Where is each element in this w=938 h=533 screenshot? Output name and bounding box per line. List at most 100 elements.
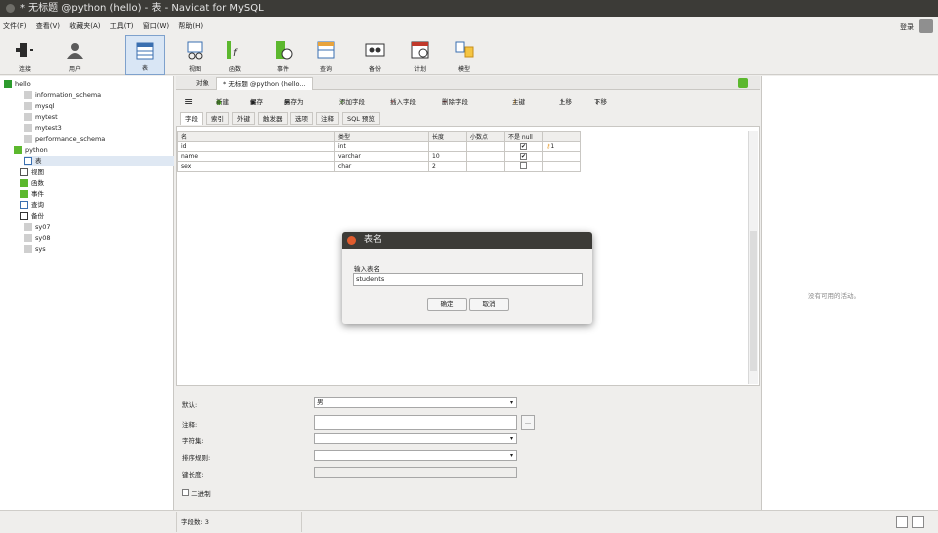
tree-item-queries[interactable]: 查询 <box>20 200 44 210</box>
table-icon <box>136 42 154 60</box>
not-null-cell[interactable]: ✔ <box>504 141 543 152</box>
table-row[interactable]: name varchar 10 ✔ <box>177 151 581 162</box>
not-null-checkbox[interactable] <box>520 162 527 169</box>
field-length-cell[interactable]: 2 <box>428 161 467 172</box>
field-count: 字段数: 3 <box>176 512 302 532</box>
charset-select[interactable]: ▾ <box>314 433 517 444</box>
toolbar-model-button[interactable]: 模型 <box>444 35 484 75</box>
grid-scrollbar[interactable] <box>748 131 758 384</box>
table-name-input[interactable]: students <box>353 273 583 286</box>
scrollbar-thumb[interactable] <box>750 231 757 371</box>
field-length-cell[interactable]: 10 <box>428 151 467 162</box>
layout-toggle-left-icon[interactable] <box>896 516 908 528</box>
comment-ellipsis-button[interactable]: … <box>521 415 535 430</box>
subtab-fields[interactable]: 字段 <box>180 112 203 125</box>
toolbar-view-button[interactable]: 视图 <box>175 35 215 75</box>
tree-item-sys[interactable]: sys <box>24 244 46 254</box>
subtab-foreign-keys[interactable]: 外键 <box>232 112 255 125</box>
toolbar-function-button[interactable]: f 函数 <box>215 35 255 75</box>
tree-item-performance-schema[interactable]: performance_schema <box>24 134 105 144</box>
comment-field[interactable] <box>314 415 517 430</box>
table-row[interactable]: sex char 2 <box>177 161 581 172</box>
column-header-name[interactable]: 名 <box>177 131 335 142</box>
toolbar-connection-button[interactable]: 连接 <box>5 35 45 75</box>
tree-item-backups[interactable]: 备份 <box>20 211 44 221</box>
column-header-type[interactable]: 类型 <box>334 131 429 142</box>
binary-checkbox[interactable] <box>182 489 189 496</box>
tree-item-information-schema[interactable]: information_schema <box>24 90 101 100</box>
toolbar-event-button[interactable]: 事件 <box>263 35 303 75</box>
tab-table-design[interactable]: * 无标题 @python (hello... <box>216 77 313 90</box>
column-header-decimals[interactable]: 小数点 <box>466 131 505 142</box>
field-type-cell[interactable]: int <box>334 141 429 152</box>
binary-option[interactable]: 二进制 <box>182 488 211 498</box>
field-decimals-cell[interactable] <box>466 161 505 172</box>
table-row[interactable]: id int ✔ ⚷1 <box>177 141 581 152</box>
toolbar-table-button[interactable]: 表 <box>125 35 165 75</box>
database-icon <box>24 234 32 242</box>
column-header-not-null[interactable]: 不是 null <box>504 131 543 142</box>
menu-favorites[interactable]: 收藏夹(A) <box>69 22 100 30</box>
menu-help[interactable]: 帮助(H) <box>178 22 203 30</box>
subtab-triggers[interactable]: 触发器 <box>258 112 288 125</box>
menu-window[interactable]: 窗口(W) <box>143 22 169 30</box>
subtab-sql-preview[interactable]: SQL 预览 <box>342 112 380 125</box>
comment-label: 注释: <box>182 421 198 429</box>
toolbar-user-button[interactable]: 用户 <box>55 35 95 75</box>
ok-button[interactable]: 确定 <box>427 298 467 311</box>
field-type-cell[interactable]: char <box>334 161 429 172</box>
field-decimals-cell[interactable] <box>466 151 505 162</box>
cancel-button[interactable]: 取消 <box>469 298 509 311</box>
field-length-cell[interactable] <box>428 141 467 152</box>
tree-item-tables[interactable]: 表 <box>24 156 174 166</box>
database-icon <box>24 102 32 110</box>
key-cell: ⚷1 <box>542 141 581 152</box>
connection-icon <box>4 80 12 88</box>
field-decimals-cell[interactable] <box>466 141 505 152</box>
tree-item-views[interactable]: 视图 <box>20 167 44 177</box>
menu-view[interactable]: 查看(V) <box>36 22 60 30</box>
not-null-checkbox[interactable]: ✔ <box>520 153 527 160</box>
table-name-dialog: 表名 输入表名 students 确定 取消 <box>342 232 592 324</box>
connection-tree: hello information_schema mysql mytest my… <box>0 76 174 510</box>
tree-item-hello[interactable]: hello <box>4 79 31 89</box>
not-null-cell[interactable]: ✔ <box>504 151 543 162</box>
tree-item-mysql[interactable]: mysql <box>24 101 55 111</box>
not-null-checkbox[interactable]: ✔ <box>520 143 527 150</box>
key-length-label: 键长度: <box>182 471 204 479</box>
tree-item-sy07[interactable]: sy07 <box>24 222 51 232</box>
default-select[interactable]: 男 ▾ <box>314 397 517 408</box>
tree-item-python[interactable]: python <box>14 145 48 155</box>
subtab-indexes[interactable]: 索引 <box>206 112 229 125</box>
menu-file[interactable]: 文件(F) <box>3 22 27 30</box>
toolbar-schedule-button[interactable]: 计划 <box>400 35 440 75</box>
toolbar-query-button[interactable]: 查询 <box>306 35 346 75</box>
subtab-options[interactable]: 选项 <box>290 112 313 125</box>
field-name-cell[interactable]: id <box>177 141 335 152</box>
user-avatar-icon[interactable] <box>919 19 933 33</box>
hamburger-menu-icon[interactable]: ≡ <box>184 92 193 112</box>
tree-item-functions[interactable]: 函数 <box>20 178 44 188</box>
subtab-comments[interactable]: 注释 <box>316 112 339 125</box>
toolbar-backup-button[interactable]: 备份 <box>355 35 395 75</box>
column-header-key[interactable] <box>542 131 581 142</box>
layout-toggle-right-icon[interactable] <box>912 516 924 528</box>
field-name-cell[interactable]: sex <box>177 161 335 172</box>
tree-item-mytest[interactable]: mytest <box>24 112 58 122</box>
tree-item-sy08[interactable]: sy08 <box>24 233 51 243</box>
login-link[interactable]: 登录 <box>900 22 914 32</box>
tree-item-events[interactable]: 事件 <box>20 189 44 199</box>
not-null-cell[interactable] <box>504 161 543 172</box>
column-header-length[interactable]: 长度 <box>428 131 467 142</box>
tree-item-mytest3[interactable]: mytest3 <box>24 123 62 133</box>
dialog-close-icon[interactable] <box>347 236 356 245</box>
tab-objects[interactable]: 对象 <box>190 77 215 90</box>
collation-select[interactable]: ▾ <box>314 450 517 461</box>
menu-tools[interactable]: 工具(T) <box>110 22 134 30</box>
field-name-cell[interactable]: name <box>177 151 335 162</box>
field-type-cell[interactable]: varchar <box>334 151 429 162</box>
new-tab-icon[interactable] <box>738 78 748 88</box>
backup-icon <box>20 212 28 220</box>
database-icon <box>24 245 32 253</box>
window-close-icon[interactable] <box>6 4 15 13</box>
